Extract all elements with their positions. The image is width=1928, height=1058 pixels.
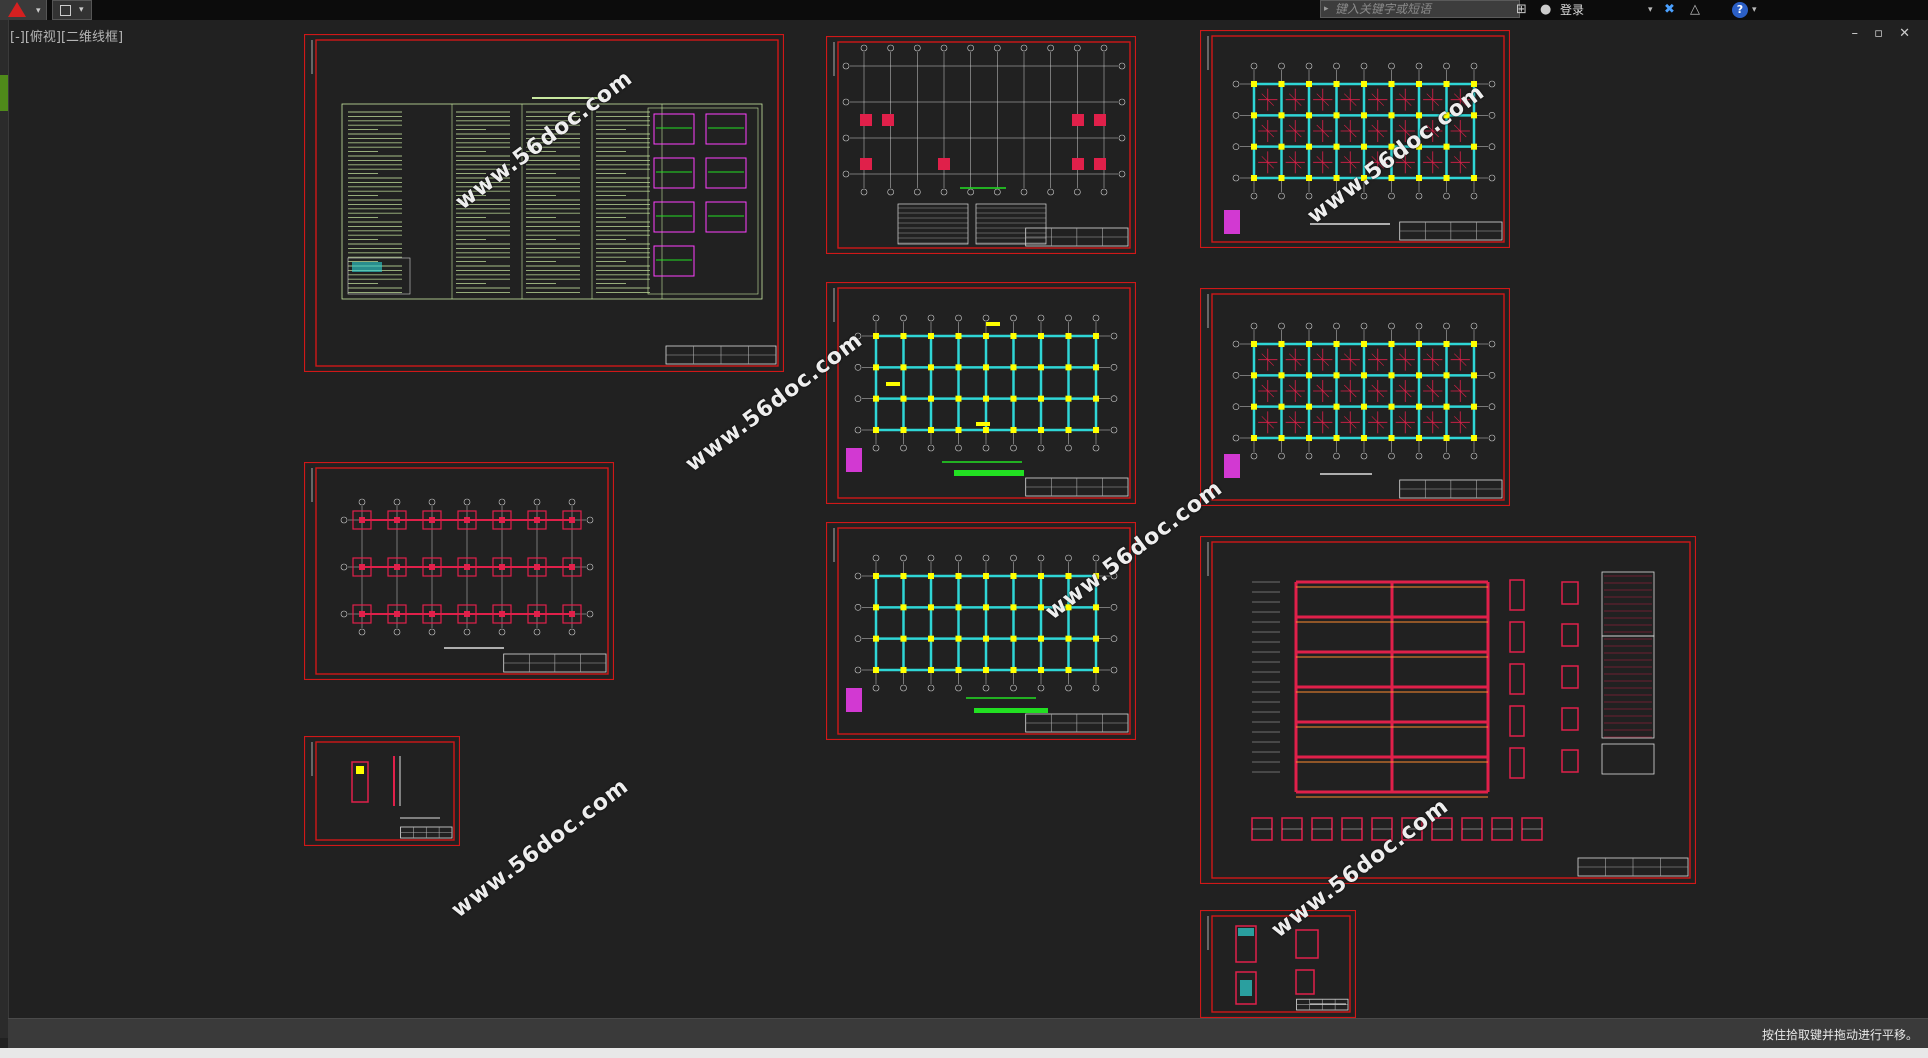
- help-icon[interactable]: ?: [1732, 2, 1748, 18]
- user-icon[interactable]: ●: [1540, 1, 1551, 19]
- save-icon: [60, 5, 71, 16]
- drawing-sheet-beam-plan[interactable]: [826, 282, 1136, 504]
- viewport-window-controls[interactable]: – ▫ ✕: [1852, 26, 1916, 41]
- drawing-sheet-design-notes[interactable]: [304, 34, 784, 372]
- status-text: 按住拾取键并拖动进行平移。: [1761, 1028, 1918, 1042]
- chevron-down-icon: ▾: [79, 5, 84, 15]
- drawing-sheet-roof-beam-plan[interactable]: [826, 522, 1136, 740]
- binoculars-icon[interactable]: ⊞: [1516, 1, 1527, 19]
- drawing-sheet-stair-detail[interactable]: [304, 736, 460, 846]
- status-bar: 按住拾取键并拖动进行平移。: [8, 1018, 1928, 1049]
- watermark-text: www.56doc.com: [446, 773, 634, 923]
- viewport-controls-label[interactable]: [-][俯视][二维线框]: [10, 26, 123, 45]
- exchange-x-icon[interactable]: ✖: [1664, 1, 1675, 19]
- autocad-logo-icon: [8, 2, 26, 17]
- drawing-sheet-pile-plan[interactable]: [826, 36, 1136, 254]
- chevron-down-icon[interactable]: ▾: [1752, 0, 1757, 20]
- chevron-down-icon[interactable]: ▾: [1648, 0, 1653, 20]
- drawing-sheet-slab-reinforcement[interactable]: [1200, 30, 1510, 248]
- drawing-sheet-floor-slab[interactable]: [1200, 288, 1510, 506]
- drawing-sheet-foundation-plan[interactable]: [304, 462, 614, 680]
- palette-tab[interactable]: [0, 75, 8, 111]
- search-placeholder: 键入关键字或短语: [1335, 2, 1432, 16]
- caret-right-icon: ▸: [1324, 4, 1329, 14]
- a360-icon[interactable]: △: [1690, 1, 1700, 19]
- chevron-down-icon: ▾: [36, 6, 41, 16]
- drawing-sheet-frame-elevation[interactable]: [1200, 536, 1696, 884]
- side-palette-strip: [0, 20, 9, 1038]
- search-input[interactable]: ▸ 键入关键字或短语: [1320, 0, 1520, 18]
- bottom-strip: [0, 1048, 1928, 1058]
- title-bar: ▾ ▾ ▸ 键入关键字或短语 ⊞ ● 登录 ▾ ✖ △ ? ▾: [0, 0, 1928, 20]
- login-button[interactable]: 登录: [1560, 0, 1584, 20]
- application-menu-button[interactable]: ▾: [0, 0, 47, 20]
- quick-access-save-button[interactable]: ▾: [52, 0, 92, 20]
